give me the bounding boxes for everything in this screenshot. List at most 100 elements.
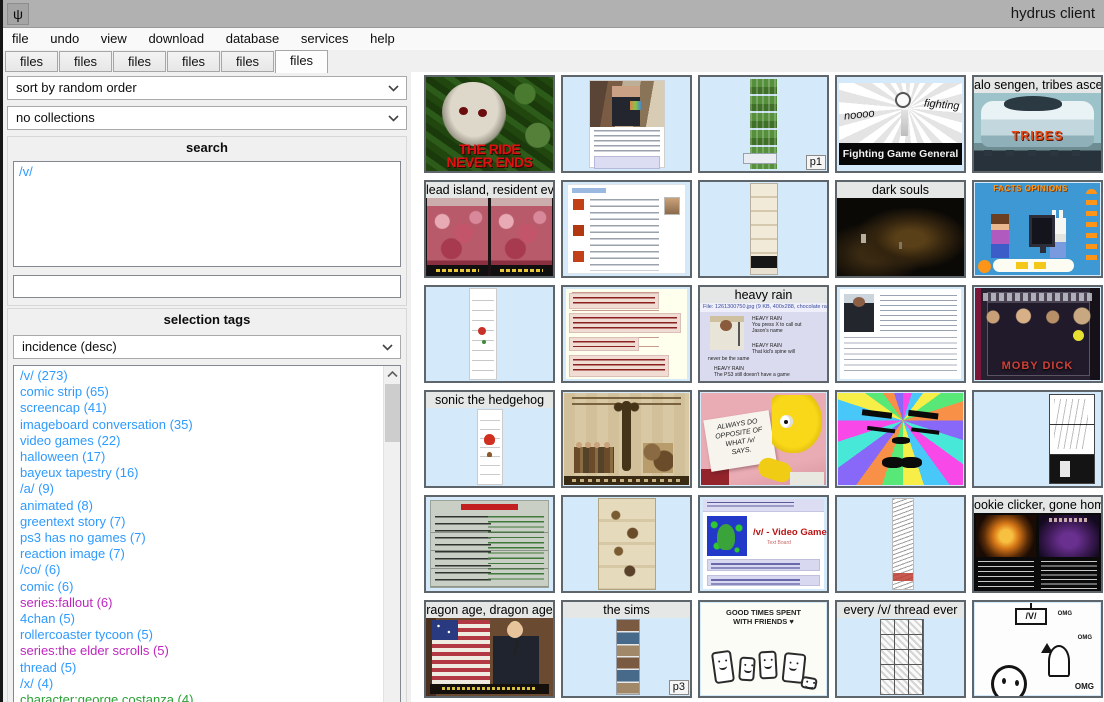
image-text: TRIBES bbox=[974, 129, 1101, 143]
thumbnail[interactable]: /v/ - Video Games Text Board bbox=[698, 495, 829, 593]
search-term[interactable]: /v/ bbox=[14, 162, 400, 181]
collections-dropdown[interactable]: no collections bbox=[7, 106, 407, 130]
thumbnail[interactable]: File: 1261300750.jpg (9 KB, 400x288, cho… bbox=[698, 285, 829, 383]
thumbnail[interactable]: GOOD TIMES SPENT WITH FRIENDS ♥ bbox=[698, 600, 829, 698]
thumbnail[interactable] bbox=[561, 180, 692, 278]
thumbnail-caption: lead island, resident evi bbox=[426, 182, 553, 198]
menu-undo[interactable]: undo bbox=[41, 28, 88, 50]
tag-item[interactable]: imageboard conversation (35) bbox=[14, 417, 382, 433]
screencap-card bbox=[589, 80, 665, 168]
thumbnail[interactable] bbox=[835, 495, 966, 593]
tab-files-6-active[interactable]: files bbox=[275, 50, 328, 73]
thumbnail[interactable] bbox=[835, 390, 966, 488]
thumbnail[interactable]: ookie clicker, gone hom bbox=[972, 495, 1103, 593]
text-lines-shape bbox=[880, 295, 957, 333]
menu-services[interactable]: services bbox=[292, 28, 358, 50]
tag-item[interactable]: greentext story (7) bbox=[14, 514, 382, 530]
price-sticker-shape bbox=[1073, 330, 1084, 341]
tag-item[interactable]: 4chan (5) bbox=[14, 611, 382, 627]
search-group-title: search bbox=[8, 137, 406, 159]
thumbnail-image bbox=[563, 77, 690, 171]
vehicle-photo: TRIBES bbox=[974, 93, 1101, 171]
thumbnail[interactable] bbox=[698, 180, 829, 278]
sort-order-dropdown[interactable]: sort by random order bbox=[7, 76, 407, 100]
tab-files-4[interactable]: files bbox=[167, 51, 220, 72]
thumbnail[interactable]: noooo fighting Fighting Game General bbox=[835, 75, 966, 173]
thumbnail[interactable]: dark souls bbox=[835, 180, 966, 278]
homer-head-shape bbox=[772, 395, 822, 453]
tag-item[interactable]: series:the elder scrolls (5) bbox=[14, 643, 382, 659]
thumbnail-image bbox=[563, 497, 690, 591]
tag-item[interactable]: rollercoaster tycoon (5) bbox=[14, 627, 382, 643]
thumbnail[interactable]: ALWAYS DO OPPOSITE OF WHAT /v/ SAYS. bbox=[698, 390, 829, 488]
tab-files-1[interactable]: files bbox=[5, 51, 58, 72]
search-sidebar: sort by random order no collections sear… bbox=[3, 72, 411, 702]
title-bar: ψ hydrus client bbox=[3, 0, 1104, 28]
thumbnail[interactable] bbox=[561, 285, 692, 383]
tag-item[interactable]: character:george costanza (4) bbox=[14, 692, 382, 702]
active-search-terms-list[interactable]: /v/ bbox=[13, 161, 401, 267]
tag-item[interactable]: comic (6) bbox=[14, 579, 382, 595]
post-box-shape bbox=[707, 559, 820, 571]
tag-list[interactable]: /v/ (273) comic strip (65) screencap (41… bbox=[13, 365, 401, 702]
thumbnail[interactable] bbox=[561, 75, 692, 173]
hydrus-app-icon[interactable]: ψ bbox=[7, 3, 29, 25]
menu-database[interactable]: database bbox=[217, 28, 289, 50]
caption-bar-shape bbox=[430, 684, 549, 694]
thumbnail[interactable] bbox=[561, 390, 692, 488]
couch-shape bbox=[701, 469, 729, 485]
tag-item[interactable]: /co/ (6) bbox=[14, 562, 382, 578]
tag-item[interactable]: comic strip (65) bbox=[14, 384, 382, 400]
thumbnail-caption: dark souls bbox=[837, 182, 964, 198]
tag-autocomplete-input[interactable] bbox=[13, 275, 401, 298]
thumbnail[interactable]: p1 bbox=[698, 75, 829, 173]
tag-item[interactable]: /v/ (273) bbox=[14, 368, 382, 384]
thumbnail[interactable]: every /v/ thread ever bbox=[835, 600, 966, 698]
thumbnail[interactable]: lead island, resident evi bbox=[424, 180, 555, 278]
thumbnail[interactable] bbox=[972, 390, 1103, 488]
thumbnail[interactable]: /V/ OMG OMG OMG bbox=[972, 600, 1103, 698]
menu-view[interactable]: view bbox=[92, 28, 136, 50]
tag-item[interactable]: halloween (17) bbox=[14, 449, 382, 465]
thumbnail[interactable]: sonic the hedgehog bbox=[424, 390, 555, 488]
tab-files-2[interactable]: files bbox=[59, 51, 112, 72]
tag-item[interactable]: ps3 has no games (7) bbox=[14, 530, 382, 546]
thumbnail[interactable] bbox=[561, 495, 692, 593]
thumbnail[interactable] bbox=[835, 285, 966, 383]
tag-item[interactable]: video games (22) bbox=[14, 433, 382, 449]
thumbnail[interactable]: THE RIDE NEVER ENDS bbox=[424, 75, 555, 173]
menu-download[interactable]: download bbox=[139, 28, 213, 50]
menu-file[interactable]: file bbox=[3, 28, 38, 50]
thumbnail[interactable]: the sims p3 bbox=[561, 600, 692, 698]
tag-item[interactable]: /a/ (9) bbox=[14, 481, 382, 497]
tag-sort-dropdown[interactable]: incidence (desc) bbox=[13, 335, 401, 359]
thumbnail[interactable]: FACTS OPINIONS bbox=[972, 180, 1103, 278]
thumbnail-image bbox=[974, 392, 1101, 486]
thumbnail-image bbox=[837, 392, 964, 486]
thumbnail[interactable]: MOBY DICK bbox=[972, 285, 1103, 383]
window-left-border bbox=[0, 0, 3, 702]
thumbnail-image bbox=[837, 497, 964, 591]
tag-item[interactable]: thread (5) bbox=[14, 660, 382, 676]
tag-item[interactable]: /x/ (4) bbox=[14, 676, 382, 692]
tag-item[interactable]: series:fallout (6) bbox=[14, 595, 382, 611]
tag-item[interactable]: bayeux tapestry (16) bbox=[14, 465, 382, 481]
scrollbar-up-arrow-icon[interactable] bbox=[384, 366, 400, 383]
menu-help[interactable]: help bbox=[361, 28, 404, 50]
comic-strip-shape bbox=[470, 289, 496, 379]
thumbnail[interactable] bbox=[424, 285, 555, 383]
tag-item[interactable]: reaction image (7) bbox=[14, 546, 382, 562]
scrollbar-thumb[interactable] bbox=[385, 384, 400, 442]
tab-files-5[interactable]: files bbox=[221, 51, 274, 72]
greentext-column-shape bbox=[488, 516, 544, 583]
thumbnail[interactable]: ragon age, dragon age bbox=[424, 600, 555, 698]
tag-item[interactable]: screencap (41) bbox=[14, 400, 382, 416]
tag-item[interactable]: animated (8) bbox=[14, 498, 382, 514]
thumbnail[interactable] bbox=[424, 495, 555, 593]
thumbnail-image: THE RIDE NEVER ENDS bbox=[426, 77, 553, 171]
arm-shape bbox=[756, 455, 795, 485]
canopy-shape bbox=[1004, 96, 1062, 111]
taglist-scrollbar[interactable] bbox=[383, 366, 400, 702]
tab-files-3[interactable]: files bbox=[113, 51, 166, 72]
thumbnail[interactable]: TRIBES alo sengen, tribes ascen bbox=[972, 75, 1103, 173]
